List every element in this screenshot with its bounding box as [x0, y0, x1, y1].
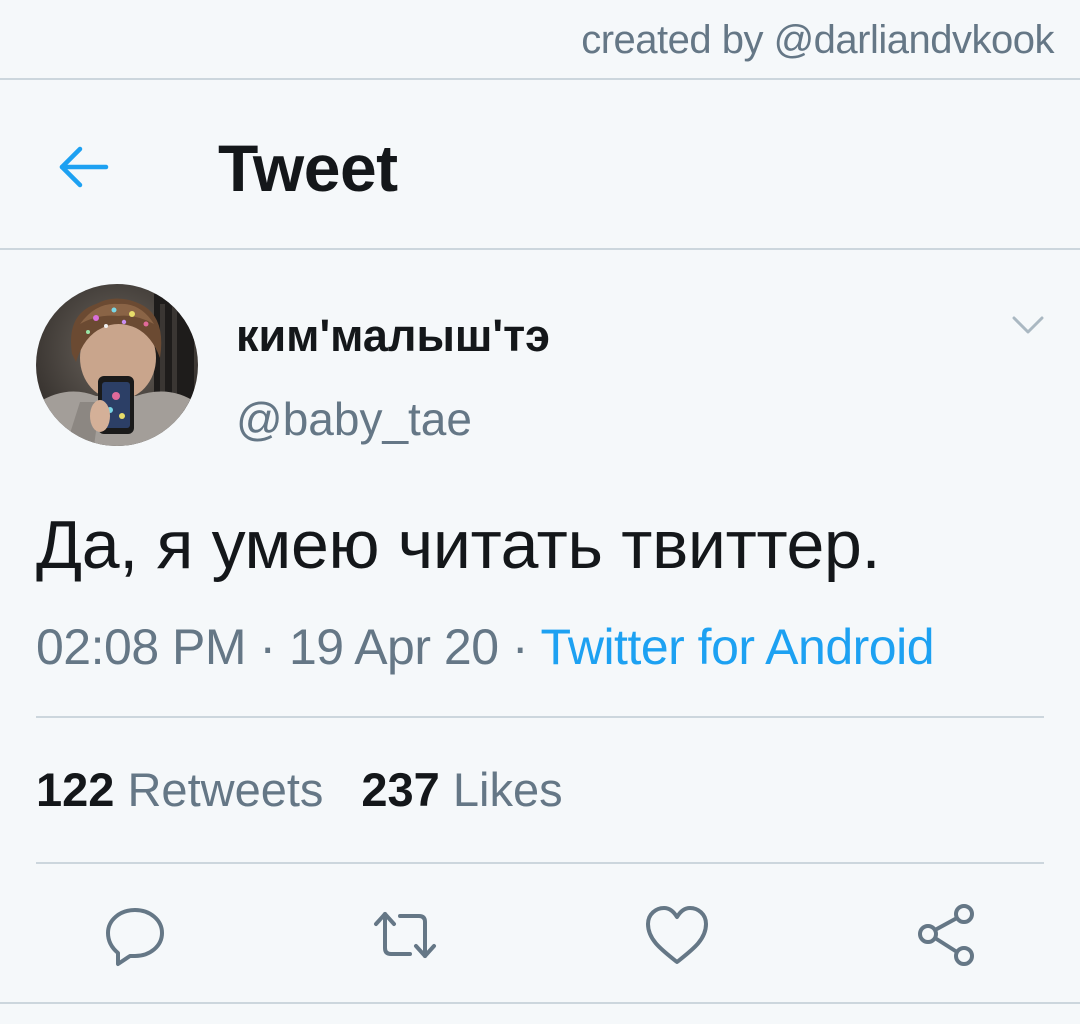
retweets-count: 122	[36, 763, 115, 816]
reply-button[interactable]	[100, 900, 170, 970]
like-button[interactable]	[642, 900, 712, 970]
display-name[interactable]: ким'малыш'тэ	[236, 310, 550, 362]
tweet-stats: 122 Retweets 237 Likes	[36, 762, 563, 817]
meta-separator: ·	[246, 619, 289, 675]
watermark-bar: created by @darliandvkook	[0, 0, 1080, 80]
avatar[interactable]	[36, 284, 198, 446]
back-button[interactable]	[52, 135, 116, 199]
action-bar	[0, 870, 1080, 1004]
retweets-stat[interactable]: 122 Retweets	[36, 763, 323, 816]
meta-separator: ·	[498, 619, 541, 675]
more-options-button[interactable]	[1006, 310, 1050, 340]
tweet-meta: 02:08 PM · 19 Apr 20 · Twitter for Andro…	[36, 618, 935, 676]
tweet-source-link[interactable]: Twitter for Android	[541, 619, 935, 675]
watermark-text: created by @darliandvkook	[581, 18, 1054, 62]
share-icon	[918, 904, 974, 966]
likes-count: 237	[361, 763, 440, 816]
user-handle[interactable]: @baby_tae	[236, 392, 472, 446]
avatar-image	[36, 284, 198, 446]
retweet-icon	[374, 912, 436, 958]
tweet-text: Да, я умею читать твиттер.	[36, 507, 881, 583]
top-bar: Tweet	[0, 80, 1080, 250]
reply-icon	[106, 908, 164, 966]
divider	[36, 716, 1044, 718]
tweet-time: 02:08 PM	[36, 619, 247, 675]
chevron-down-icon	[1012, 316, 1044, 334]
page-title: Tweet	[218, 131, 398, 205]
retweet-button[interactable]	[370, 900, 440, 970]
share-button[interactable]	[912, 900, 982, 970]
likes-stat[interactable]: 237 Likes	[361, 763, 562, 816]
heart-icon	[646, 906, 708, 964]
arrow-left-icon	[59, 146, 109, 188]
divider	[36, 862, 1044, 864]
tweet-date[interactable]: 19 Apr 20	[289, 619, 499, 675]
likes-label: Likes	[452, 763, 563, 816]
retweets-label: Retweets	[127, 763, 324, 816]
